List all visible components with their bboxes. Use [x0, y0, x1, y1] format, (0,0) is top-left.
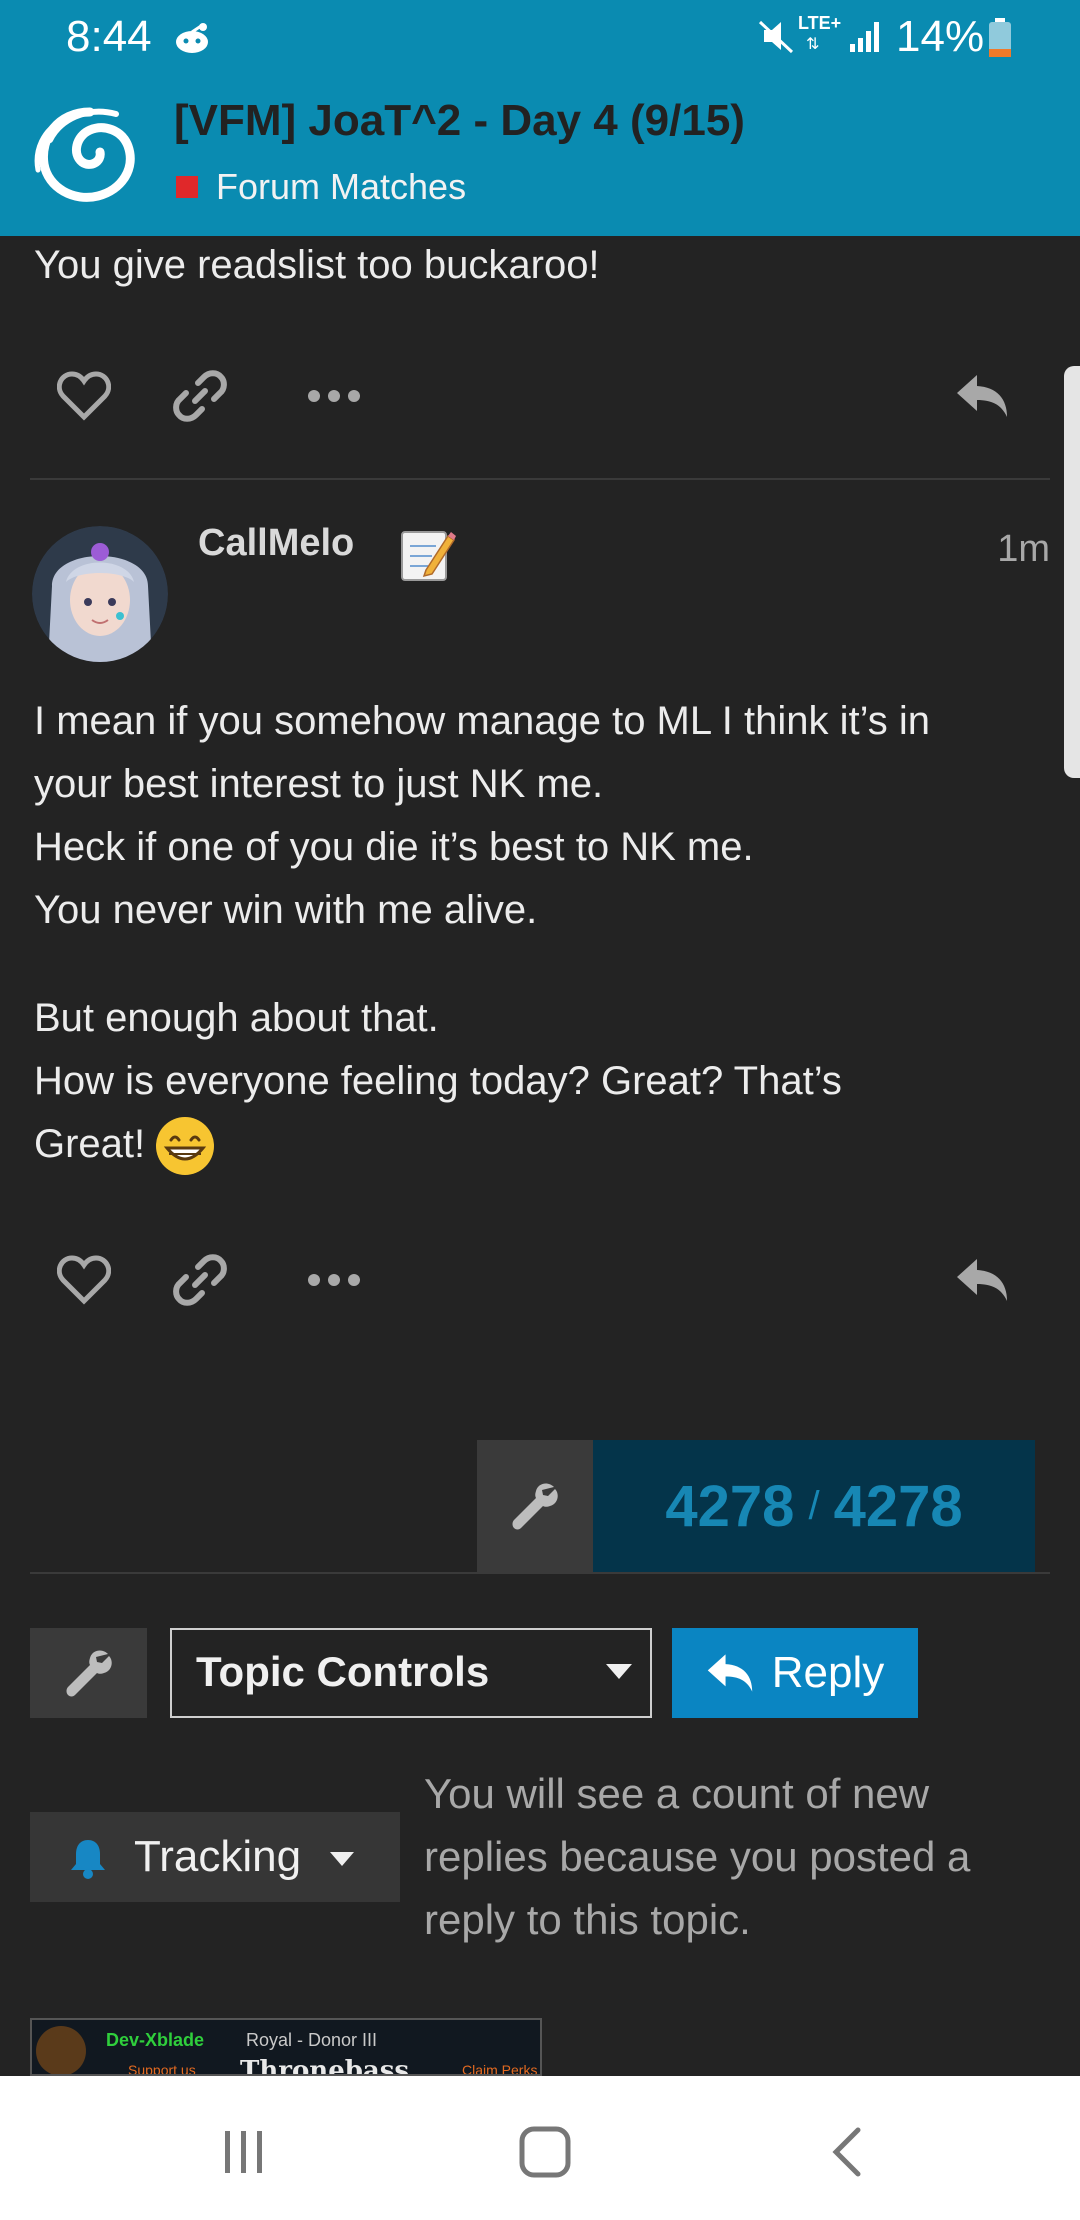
reply-to-post-button[interactable]	[942, 356, 1022, 436]
previous-post-actions	[34, 356, 1044, 436]
post-divider	[30, 478, 1050, 480]
topic-controls-label: Topic Controls	[196, 1648, 490, 1695]
reply-button[interactable]: Reply	[672, 1628, 918, 1718]
post-line: But enough about that.	[34, 996, 439, 1040]
like-button[interactable]	[44, 356, 124, 436]
app-header: 8:44 LTE+ ⇅ 14% [VFM] JoaT^2 - Day 4 (9/…	[0, 0, 1080, 236]
system-navigation-bar	[0, 2076, 1080, 2220]
reply-icon	[707, 1654, 752, 1692]
progress-current: 4278	[665, 1473, 795, 1539]
more-icon	[308, 1274, 360, 1286]
app-notification-icon	[176, 23, 208, 53]
signature-avatar	[36, 2026, 86, 2074]
tracking-label: Tracking	[134, 1832, 302, 1881]
scrollbar[interactable]	[1064, 366, 1080, 778]
recent-apps-button[interactable]	[204, 2112, 284, 2192]
back-button[interactable]	[808, 2112, 888, 2192]
previous-post-text: You give readslist too buckaroo!	[34, 243, 600, 287]
mute-icon	[758, 20, 794, 54]
memo-icon	[401, 531, 456, 581]
reply-label: Reply	[771, 1648, 885, 1697]
post-paragraph: I mean if you somehow manage to ML I thi…	[34, 690, 930, 942]
wrench-icon	[512, 1483, 558, 1530]
post-username[interactable]: CallMelo	[198, 522, 354, 565]
footer-divider	[30, 1572, 1050, 1574]
bell-icon	[71, 1840, 105, 1879]
admin-wrench-button[interactable]	[477, 1440, 593, 1572]
more-icon	[308, 390, 360, 402]
home-button[interactable]	[505, 2112, 585, 2192]
progress-separator: /	[808, 1483, 820, 1528]
signature-name: Dev-Xblade	[106, 2030, 205, 2050]
heart-icon	[57, 371, 111, 421]
post-timestamp[interactable]: 1m	[997, 528, 1050, 571]
post-paragraph: But enough about that. How is everyone f…	[34, 987, 930, 1176]
caret-down-icon	[330, 1852, 354, 1866]
category-badge	[176, 176, 198, 198]
signature-brand: Thronebass	[240, 2056, 410, 2076]
caret-down-icon	[606, 1664, 632, 1679]
signature-rank: Royal - Donor III	[246, 2030, 378, 2050]
post-line: Heck if one of you die it’s best to NK m…	[34, 825, 754, 869]
signature-support: Support us	[128, 2062, 196, 2076]
topic-admin-button[interactable]	[30, 1628, 147, 1718]
back-icon	[832, 2127, 861, 2177]
topic-title[interactable]: [VFM] JoaT^2 - Day 4 (9/15)	[174, 96, 745, 146]
recents-icon	[225, 2131, 262, 2173]
status-time: 8:44	[66, 12, 152, 61]
forum-logo[interactable]	[30, 100, 150, 210]
post-actions	[34, 1240, 1044, 1320]
signature-claim: Claim Perks	[462, 2062, 538, 2076]
reply-icon	[957, 375, 1007, 417]
post-body: I mean if you somehow manage to ML I thi…	[34, 690, 930, 1221]
more-actions-button[interactable]	[294, 356, 374, 436]
heart-icon	[57, 1255, 111, 1305]
post-line: I mean if you somehow manage to ML I thi…	[34, 699, 930, 743]
post-line: your best interest to just NK me.	[34, 762, 604, 806]
grinning-face-icon	[156, 1117, 215, 1176]
like-button[interactable]	[44, 1240, 124, 1320]
home-icon	[519, 2126, 571, 2178]
more-actions-button[interactable]	[294, 1240, 374, 1320]
tracking-description: You will see a count of new replies beca…	[424, 1770, 971, 1943]
link-icon	[173, 1254, 227, 1306]
reply-to-post-button[interactable]	[942, 1240, 1022, 1320]
data-activity-icon: ⇅	[806, 36, 820, 53]
signature-banner[interactable]: Dev-Xblade Royal - Donor III Support us …	[30, 2018, 542, 2076]
progress-total: 4278	[833, 1473, 963, 1539]
wrench-icon	[66, 1650, 112, 1697]
notification-level-dropdown[interactable]: Tracking	[30, 1812, 400, 1902]
share-link-button[interactable]	[160, 1240, 240, 1320]
link-icon	[173, 370, 227, 422]
share-link-button[interactable]	[160, 356, 240, 436]
post-line: Great!	[34, 1122, 146, 1166]
topic-controls-dropdown[interactable]: Topic Controls	[170, 1628, 652, 1718]
post-line: How is everyone feeling today? Great? Th…	[34, 1059, 842, 1103]
post-line: You never win with me alive.	[34, 888, 538, 932]
category-link[interactable]: Forum Matches	[216, 166, 466, 208]
post-progress-button[interactable]: 4278 / 4278	[593, 1440, 1035, 1572]
network-type: LTE+	[798, 13, 842, 33]
user-avatar[interactable]	[32, 526, 168, 662]
signal-icon	[850, 22, 879, 52]
battery-percent: 14%	[896, 12, 985, 61]
battery-icon	[989, 18, 1011, 57]
reply-icon	[957, 1259, 1007, 1301]
